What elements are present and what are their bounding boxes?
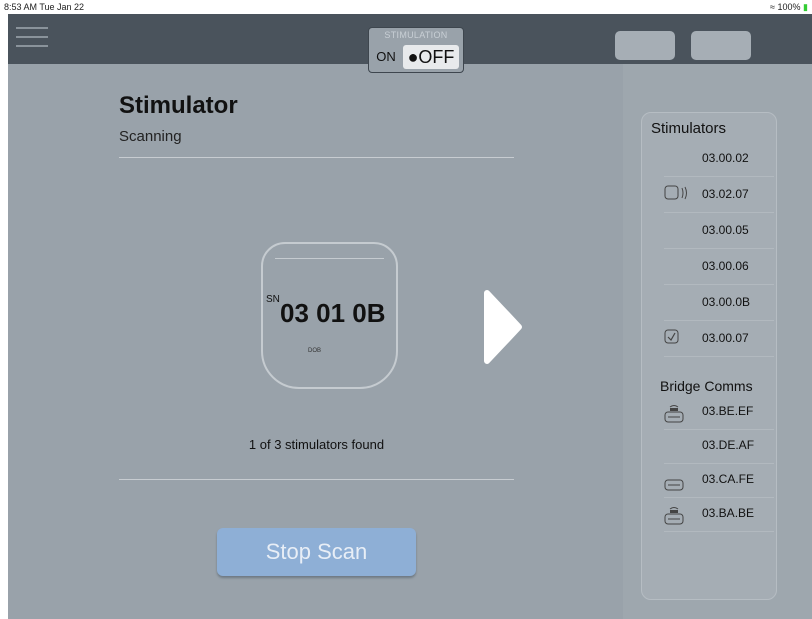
status-time: 8:53 AM Tue Jan 22: [4, 2, 85, 12]
stimulators-heading: Stimulators: [651, 120, 727, 137]
bridge-row[interactable]: 03.CA.FE: [664, 464, 774, 498]
bridge-row[interactable]: 03.BA.BE: [664, 498, 774, 532]
stimulator-row[interactable]: 03.00.05: [664, 213, 774, 249]
next-arrow-icon[interactable]: [483, 289, 523, 365]
stimulator-check-icon: [664, 329, 680, 348]
stimulator-row[interactable]: 03.00.07: [664, 321, 774, 357]
status-battery: ≈ 100% ▮: [770, 2, 808, 13]
found-count: 1 of 3 stimulators found: [248, 437, 385, 452]
stimulator-signal-icon: [664, 185, 694, 204]
dob-label: DOB: [308, 348, 322, 354]
stimulator-row[interactable]: 03.00.06: [664, 249, 774, 285]
nav-button-2[interactable]: [691, 31, 751, 60]
bridge-id: 03.DE.AF: [702, 438, 755, 452]
battery-icon: ▮: [803, 2, 808, 12]
page-subtitle: Scanning: [119, 128, 182, 145]
stimulation-on-button[interactable]: ON: [373, 47, 399, 67]
stimulator-id: 03.00.02: [702, 151, 749, 165]
stimulation-toggle[interactable]: STIMULATION ON ●OFF: [368, 27, 464, 73]
stimulator-row[interactable]: 03.02.07: [664, 177, 774, 213]
bridge-icon: [664, 472, 684, 497]
bridge-id: 03.BA.BE: [702, 506, 755, 520]
bridge-id: 03.CA.FE: [702, 472, 755, 486]
bridge-id: 03.BE.EF: [702, 404, 754, 418]
nav-button-1[interactable]: [615, 31, 675, 60]
page-title: Stimulator: [119, 92, 238, 119]
stimulator-id: 03.02.07: [702, 187, 749, 201]
device-notch: [275, 258, 384, 259]
stimulator-id: 03.00.0B: [702, 295, 751, 309]
bridge-comms-heading: Bridge Comms: [660, 378, 753, 394]
app-frame: STIMULATION ON ●OFF Stimulator Scanning …: [8, 14, 812, 619]
bridge-list: 03.BE.EF 03.DE.AF 03.CA.FE 03.BA.BE: [664, 396, 774, 532]
bridge-row[interactable]: 03.BE.EF: [664, 396, 774, 430]
stimulation-label: STIMULATION: [384, 30, 448, 40]
bridge-signal-icon: [664, 506, 684, 531]
status-bar: 8:53 AM Tue Jan 22 ≈ 100% ▮: [0, 0, 812, 14]
stimulator-row[interactable]: 03.00.0B: [664, 285, 774, 321]
hamburger-menu-icon[interactable]: [16, 27, 48, 47]
serial-label: SN: [266, 294, 280, 305]
serial-number: 03 01 0B: [280, 298, 386, 328]
stimulator-list: 03.00.02 03.02.07 03.00.05 03.00.06 03.0…: [664, 141, 774, 357]
divider: [119, 479, 514, 480]
stop-scan-button[interactable]: Stop Scan: [217, 528, 416, 576]
battery-percent: 100%: [777, 2, 801, 12]
stimulator-row[interactable]: 03.00.02: [664, 141, 774, 177]
stimulator-id: 03.00.06: [702, 259, 749, 273]
divider: [119, 157, 514, 158]
stimulation-off-button[interactable]: ●OFF: [403, 45, 459, 69]
stimulator-id: 03.00.05: [702, 223, 749, 237]
wifi-icon: ≈: [770, 2, 775, 12]
stimulator-id: 03.00.07: [702, 331, 749, 345]
device-list-panel: Stimulators 03.00.02 03.02.07 03.00.05 0…: [641, 112, 777, 600]
bridge-signal-icon: [664, 404, 684, 429]
bridge-row[interactable]: 03.DE.AF: [664, 430, 774, 464]
